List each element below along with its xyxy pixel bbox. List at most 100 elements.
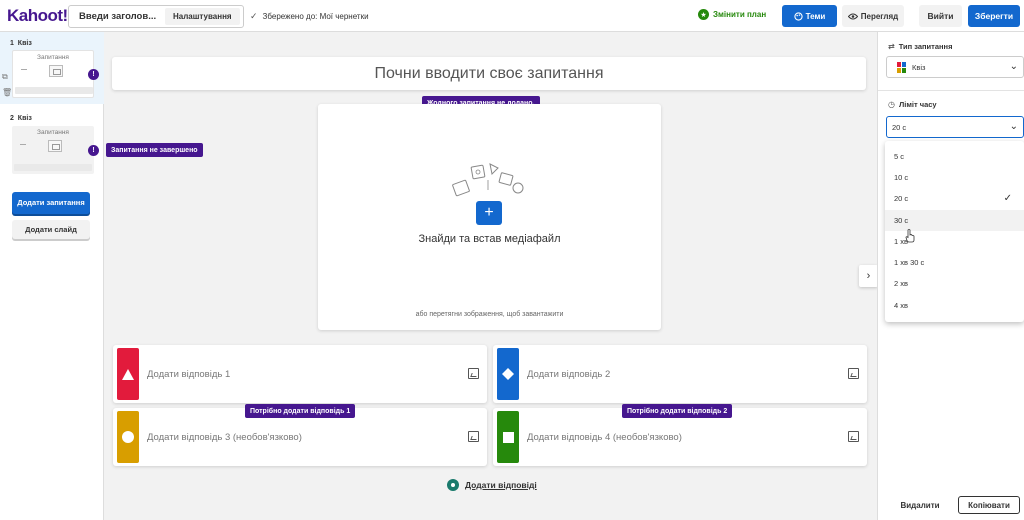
chevron-down-icon: ⌄ bbox=[1009, 121, 1018, 132]
upgrade-plan-label: Змінити план bbox=[713, 10, 767, 19]
trash-icon[interactable]: 🗑 bbox=[2, 88, 12, 97]
palette-icon bbox=[794, 11, 803, 21]
thumbnail-image-icon bbox=[49, 65, 63, 77]
time-limit-label: Ліміт часу bbox=[898, 100, 937, 109]
time-option-hovered[interactable]: 30 с bbox=[885, 210, 1024, 231]
delete-question-button[interactable]: Видалити bbox=[892, 496, 948, 514]
media-illustration-icon bbox=[452, 163, 524, 197]
question-type-select[interactable]: Квіз ⌄ bbox=[886, 56, 1024, 78]
themes-button[interactable]: Теми bbox=[782, 5, 837, 27]
warning-badge: ! bbox=[88, 69, 99, 80]
slide-item-1[interactable]: 1 Квіз Запитання ⧉ 🗑 ! bbox=[0, 32, 104, 104]
slide-header: 2 Квіз bbox=[10, 115, 32, 122]
square-icon bbox=[502, 431, 514, 443]
answer-input-1[interactable]: Додати відповідь 1 bbox=[147, 369, 230, 380]
answer-option-2[interactable]: Додати відповідь 2 bbox=[493, 345, 867, 403]
answer-color-4 bbox=[497, 411, 519, 463]
settings-button[interactable]: Налаштування bbox=[165, 8, 240, 25]
collapse-panel-button[interactable]: › bbox=[859, 265, 878, 287]
diamond-icon bbox=[502, 368, 514, 380]
image-icon[interactable] bbox=[848, 431, 859, 442]
duplicate-question-button[interactable]: Копіювати bbox=[958, 496, 1020, 514]
answer-option-1[interactable]: Додати відповідь 1 bbox=[113, 345, 487, 403]
title-settings-group: Введи заголов... Налаштування bbox=[68, 5, 244, 28]
answer-input-4[interactable]: Додати відповідь 4 (необов'язково) bbox=[527, 432, 682, 443]
add-slide-button[interactable]: Додати слайд bbox=[12, 220, 90, 239]
check-icon: ✓ bbox=[250, 11, 258, 21]
time-option[interactable]: 10 с bbox=[885, 167, 1024, 188]
media-hint: або перетягни зображення, щоб завантажит… bbox=[415, 311, 564, 318]
save-status: ✓ Збережено до: Мої чернетки bbox=[250, 11, 369, 22]
add-question-button[interactable]: Додати запитання bbox=[12, 192, 90, 214]
question-type-value: Квіз bbox=[912, 62, 926, 72]
slide-thumbnail[interactable]: Запитання bbox=[12, 50, 94, 98]
media-upload-area[interactable]: + Знайди та встав медіафайл або перетягн… bbox=[318, 104, 661, 330]
thumbnail-title: Запитання bbox=[37, 129, 69, 136]
thumbnail-timer bbox=[21, 69, 27, 70]
time-option[interactable]: 4 хв bbox=[885, 295, 1024, 316]
time-option[interactable]: 2 хв bbox=[885, 273, 1024, 294]
time-limit-select[interactable]: 20 с ⌄ bbox=[886, 116, 1024, 138]
thumbnail-timer bbox=[20, 144, 26, 145]
divider bbox=[878, 90, 1024, 91]
slide-item-2[interactable]: 2 Квіз Запитання ! bbox=[0, 112, 104, 184]
question-title-input[interactable]: Почни вводити своє запитання bbox=[112, 57, 866, 90]
slides-sidebar: 1 Квіз Запитання ⧉ 🗑 ! 2 Квіз Запитання … bbox=[0, 32, 104, 520]
answer-color-3 bbox=[117, 411, 139, 463]
triangle-icon bbox=[122, 368, 134, 380]
save-status-text: Збережено до: Мої чернетки bbox=[262, 12, 369, 21]
kahoot-logo[interactable]: Kahoot! bbox=[7, 6, 68, 26]
preview-label: Перегляд bbox=[860, 11, 899, 21]
add-more-answers-link[interactable]: Додати відповіді bbox=[447, 479, 537, 491]
add-answers-icon bbox=[447, 479, 459, 491]
answer-color-2 bbox=[497, 348, 519, 400]
slide-number: 1 bbox=[10, 40, 14, 47]
thumbnail-image-icon bbox=[48, 140, 62, 152]
time-option-label: 20 с bbox=[894, 194, 909, 203]
add-answers-label: Додати відповіді bbox=[465, 480, 537, 490]
answer-color-1 bbox=[117, 348, 139, 400]
warning-badge: ! bbox=[88, 145, 99, 156]
time-limit-value: 20 с bbox=[892, 122, 907, 132]
exit-button[interactable]: Вийти bbox=[919, 5, 962, 27]
time-limit-heading: ◷ Ліміт часу bbox=[888, 100, 937, 109]
themes-label: Теми bbox=[805, 11, 826, 21]
slide-header: 1 Квіз bbox=[10, 40, 32, 47]
clock-icon: ◷ bbox=[888, 100, 895, 109]
save-button[interactable]: Зберегти bbox=[968, 5, 1020, 27]
star-icon: ★ bbox=[698, 9, 709, 20]
slide-thumbnail[interactable]: Запитання bbox=[12, 126, 94, 174]
time-option-selected[interactable]: 20 с ✓ bbox=[885, 188, 1024, 209]
question-type-label: Тип запитання bbox=[898, 42, 953, 51]
time-option[interactable]: 1 хв 30 с bbox=[885, 252, 1024, 273]
slide-type: Квіз bbox=[17, 40, 32, 47]
answer-input-3[interactable]: Додати відповідь 3 (необов'язково) bbox=[147, 432, 302, 443]
thumbnail-title: Запитання bbox=[37, 54, 69, 61]
image-icon[interactable] bbox=[848, 368, 859, 379]
media-title: Знайди та встав медіафайл bbox=[418, 233, 561, 245]
add-media-button[interactable]: + bbox=[476, 201, 502, 225]
preview-button[interactable]: Перегляд bbox=[842, 5, 904, 27]
image-icon[interactable] bbox=[468, 368, 479, 379]
question-type-icon: ⇄ bbox=[888, 42, 895, 51]
eye-icon bbox=[847, 13, 858, 19]
slide-type: Квіз bbox=[17, 115, 32, 122]
kahoot-title-input[interactable]: Введи заголов... bbox=[69, 11, 165, 22]
circle-icon bbox=[122, 431, 134, 443]
chevron-down-icon: ⌄ bbox=[1009, 61, 1018, 72]
incomplete-question-tooltip: Запитання не завершено bbox=[106, 143, 203, 157]
quiz-icon bbox=[897, 61, 906, 73]
upgrade-plan-link[interactable]: ★ Змінити план bbox=[698, 9, 766, 20]
checkmark-icon: ✓ bbox=[1003, 193, 1012, 204]
image-icon[interactable] bbox=[468, 431, 479, 442]
duplicate-icon[interactable]: ⧉ bbox=[2, 72, 8, 82]
thumbnail-answers bbox=[14, 164, 92, 171]
time-option[interactable]: 5 с bbox=[885, 146, 1024, 167]
chevron-right-icon: › bbox=[866, 270, 871, 282]
question-type-heading: ⇄ Тип запитання bbox=[888, 42, 952, 51]
answer-2-required-tooltip: Потрібно додати відповідь 2 bbox=[622, 404, 733, 418]
hand-cursor-icon bbox=[905, 229, 915, 243]
top-bar: Kahoot! Введи заголов... Налаштування ✓ … bbox=[0, 0, 1024, 32]
answer-input-2[interactable]: Додати відповідь 2 bbox=[527, 369, 610, 380]
thumbnail-answers bbox=[15, 87, 93, 94]
